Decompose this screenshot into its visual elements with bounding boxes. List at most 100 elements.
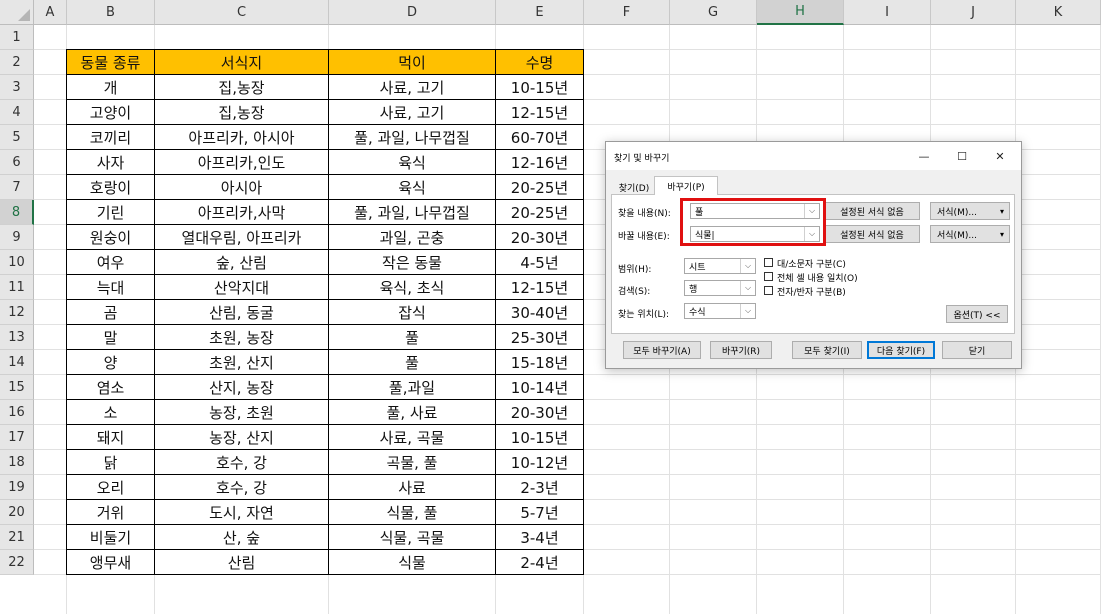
table-cell[interactable]: 식물, 곡물 — [329, 525, 496, 550]
row-header-22[interactable]: 22 — [0, 550, 34, 575]
table-cell[interactable]: 12-16년 — [496, 150, 584, 175]
tab-replace[interactable]: 바꾸기(P) — [654, 176, 718, 195]
table-cell[interactable]: 돼지 — [67, 425, 155, 450]
within-select[interactable]: 시트 ⌵ — [684, 258, 756, 274]
table-cell[interactable]: 곰 — [67, 300, 155, 325]
column-header-f[interactable]: F — [584, 0, 670, 25]
table-cell[interactable]: 아프리카,인도 — [155, 150, 329, 175]
row-header-3[interactable]: 3 — [0, 75, 34, 100]
chevron-down-icon[interactable]: ⌵ — [804, 204, 819, 218]
row-header-12[interactable]: 12 — [0, 300, 34, 325]
table-cell[interactable]: 10-12년 — [496, 450, 584, 475]
table-cell[interactable]: 사료, 고기 — [329, 75, 496, 100]
table-cell[interactable]: 고양이 — [67, 100, 155, 125]
table-cell[interactable]: 2-4년 — [496, 550, 584, 575]
table-cell[interactable]: 소 — [67, 400, 155, 425]
table-cell[interactable]: 도시, 자연 — [155, 500, 329, 525]
table-cell[interactable]: 거위 — [67, 500, 155, 525]
table-cell[interactable]: 농장, 초원 — [155, 400, 329, 425]
table-cell[interactable]: 풀 — [329, 325, 496, 350]
table-cell[interactable]: 닭 — [67, 450, 155, 475]
table-cell[interactable]: 2-3년 — [496, 475, 584, 500]
row-header-8[interactable]: 8 — [0, 200, 34, 225]
row-header-19[interactable]: 19 — [0, 475, 34, 500]
table-cell[interactable]: 염소 — [67, 375, 155, 400]
row-header-10[interactable]: 10 — [0, 250, 34, 275]
table-cell[interactable]: 농장, 산지 — [155, 425, 329, 450]
replace-with-input[interactable]: 식물| ⌵ — [690, 226, 820, 242]
table-cell[interactable]: 아프리카,사막 — [155, 200, 329, 225]
search-select[interactable]: 행 ⌵ — [684, 280, 756, 296]
column-header-g[interactable]: G — [670, 0, 757, 25]
table-cell[interactable]: 사자 — [67, 150, 155, 175]
table-cell[interactable]: 식물, 풀 — [329, 500, 496, 525]
table-cell[interactable]: 풀,과일 — [329, 375, 496, 400]
column-header-a[interactable]: A — [34, 0, 67, 25]
find-format-button[interactable]: 서식(M)... ▾ — [930, 202, 1010, 220]
row-header-2[interactable]: 2 — [0, 50, 34, 75]
column-header-b[interactable]: B — [67, 0, 155, 25]
table-cell[interactable]: 숲, 산림 — [155, 250, 329, 275]
chevron-down-icon[interactable]: ⌵ — [740, 304, 755, 318]
row-header-20[interactable]: 20 — [0, 500, 34, 525]
table-cell[interactable]: 사료, 고기 — [329, 100, 496, 125]
column-header-e[interactable]: E — [496, 0, 584, 25]
table-cell[interactable]: 비둘기 — [67, 525, 155, 550]
match-byte-checkbox[interactable] — [764, 286, 773, 295]
table-cell[interactable]: 15-18년 — [496, 350, 584, 375]
table-cell[interactable]: 호수, 강 — [155, 450, 329, 475]
row-header-7[interactable]: 7 — [0, 175, 34, 200]
column-header-k[interactable]: K — [1016, 0, 1101, 25]
table-cell[interactable]: 아시아 — [155, 175, 329, 200]
table-cell[interactable]: 산악지대 — [155, 275, 329, 300]
table-cell[interactable]: 5-7년 — [496, 500, 584, 525]
find-what-input[interactable]: 풀 ⌵ — [690, 203, 820, 219]
close-window-button[interactable]: ✕ — [987, 146, 1013, 166]
table-cell[interactable]: 말 — [67, 325, 155, 350]
row-header-16[interactable]: 16 — [0, 400, 34, 425]
table-cell[interactable]: 20-25년 — [496, 200, 584, 225]
chevron-down-icon[interactable]: ▾ — [1000, 207, 1004, 216]
table-cell[interactable]: 작은 동물 — [329, 250, 496, 275]
table-header-cell[interactable]: 동물 종류 — [67, 50, 155, 75]
table-cell[interactable]: 사료 — [329, 475, 496, 500]
replace-all-button[interactable]: 모두 바꾸기(A) — [623, 341, 701, 359]
column-header-h[interactable]: H — [757, 0, 844, 25]
table-cell[interactable]: 4-5년 — [496, 250, 584, 275]
row-header-4[interactable]: 4 — [0, 100, 34, 125]
find-all-button[interactable]: 모두 찾기(I) — [792, 341, 862, 359]
column-header-d[interactable]: D — [329, 0, 496, 25]
row-header-1[interactable]: 1 — [0, 25, 34, 50]
table-cell[interactable]: 기린 — [67, 200, 155, 225]
replace-format-button[interactable]: 서식(M)... ▾ — [930, 225, 1010, 243]
find-next-button[interactable]: 다음 찾기(F) — [867, 341, 935, 359]
table-header-cell[interactable]: 서식지 — [155, 50, 329, 75]
table-cell[interactable]: 25-30년 — [496, 325, 584, 350]
chevron-down-icon[interactable]: ▾ — [1000, 230, 1004, 239]
table-cell[interactable]: 과일, 곤충 — [329, 225, 496, 250]
maximize-button[interactable]: ☐ — [949, 146, 975, 166]
table-cell[interactable]: 10-15년 — [496, 75, 584, 100]
table-cell[interactable]: 육식, 초식 — [329, 275, 496, 300]
table-cell[interactable]: 산지, 농장 — [155, 375, 329, 400]
table-cell[interactable]: 곡물, 풀 — [329, 450, 496, 475]
table-cell[interactable]: 30-40년 — [496, 300, 584, 325]
minimize-button[interactable]: — — [911, 146, 937, 166]
table-cell[interactable]: 오리 — [67, 475, 155, 500]
row-header-15[interactable]: 15 — [0, 375, 34, 400]
table-cell[interactable]: 산림 — [155, 550, 329, 575]
table-cell[interactable]: 20-30년 — [496, 400, 584, 425]
chevron-down-icon[interactable]: ⌵ — [804, 227, 819, 241]
table-cell[interactable]: 풀, 과일, 나무껍질 — [329, 125, 496, 150]
column-header-j[interactable]: J — [931, 0, 1016, 25]
table-cell[interactable]: 20-30년 — [496, 225, 584, 250]
table-cell[interactable]: 사료, 곡물 — [329, 425, 496, 450]
table-header-cell[interactable]: 먹이 — [329, 50, 496, 75]
table-cell[interactable]: 개 — [67, 75, 155, 100]
options-button[interactable]: 옵션(T) << — [946, 305, 1008, 323]
table-cell[interactable]: 20-25년 — [496, 175, 584, 200]
table-cell[interactable]: 식물 — [329, 550, 496, 575]
match-entire-checkbox[interactable] — [764, 272, 773, 281]
row-header-13[interactable]: 13 — [0, 325, 34, 350]
row-header-9[interactable]: 9 — [0, 225, 34, 250]
